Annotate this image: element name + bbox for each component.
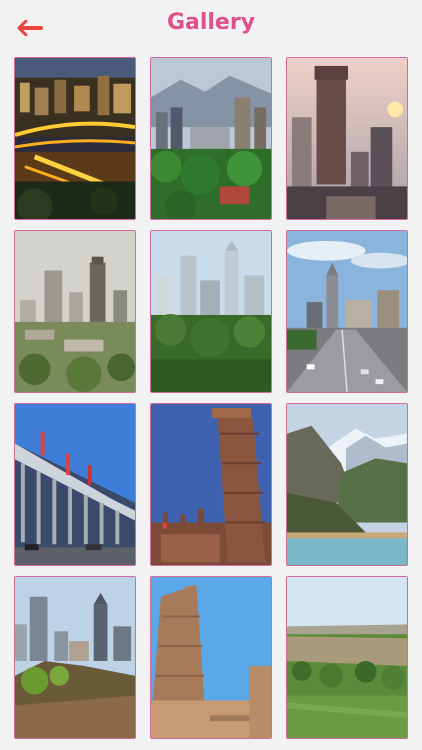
gallery-photo-12[interactable] [286, 576, 408, 739]
photo-brick-minaret [151, 577, 271, 738]
gallery-photo-1[interactable] [14, 57, 136, 220]
page-title: Gallery [166, 10, 256, 35]
photo-hazy-skyline [15, 231, 135, 392]
gallery-photo-2[interactable] [150, 57, 272, 220]
gallery-photo-9[interactable] [286, 403, 408, 566]
photo-tower-sunset [287, 58, 407, 219]
photo-minaret-tower [151, 404, 271, 565]
gallery-photo-10[interactable] [14, 576, 136, 739]
photo-green-valley-cliff [287, 577, 407, 738]
gallery-photo-11[interactable] [150, 576, 272, 739]
photo-snowy-mountains-lake [287, 404, 407, 565]
photo-highway-skyline [287, 231, 407, 392]
photo-exhibition-hall [15, 404, 135, 565]
photo-city-mountains-park [151, 58, 271, 219]
photo-towers-rocky-hill [15, 577, 135, 738]
gallery-photo-5[interactable] [150, 230, 272, 393]
gallery-photo-4[interactable] [14, 230, 136, 393]
photo-skyline-trees [151, 231, 271, 392]
gallery-photo-8[interactable] [150, 403, 272, 566]
gallery-photo-3[interactable] [286, 57, 408, 220]
header-bar: Gallery [0, 0, 422, 54]
photo-city-night-highway [15, 58, 135, 219]
gallery-photo-6[interactable] [286, 230, 408, 393]
photo-grid [14, 57, 408, 739]
gallery-photo-7[interactable] [14, 403, 136, 566]
